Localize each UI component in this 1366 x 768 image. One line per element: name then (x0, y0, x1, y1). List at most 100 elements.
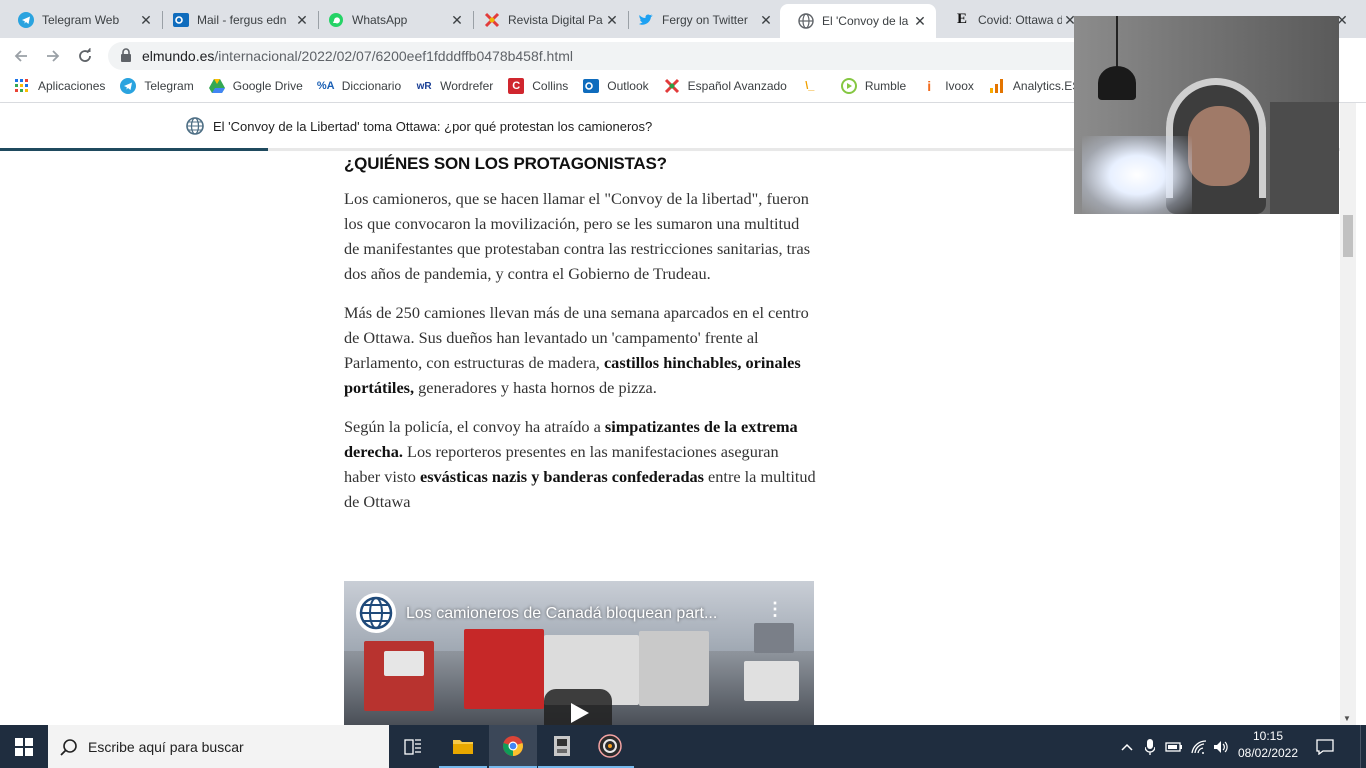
bookmark-label: Outlook (607, 79, 649, 93)
tab-whatsapp[interactable]: WhatsApp ✕ (310, 5, 473, 34)
microphone-icon (1145, 738, 1155, 755)
tab-telegram[interactable]: Telegram Web ✕ (0, 5, 162, 34)
chevron-up-icon (1121, 743, 1133, 751)
bookmark-diccionario[interactable]: %A Diccionario (317, 78, 401, 94)
globe-icon (359, 596, 393, 630)
reading-progress-fill (0, 148, 268, 151)
webcam-light-glare (1082, 136, 1192, 214)
close-icon[interactable]: ✕ (912, 13, 928, 29)
bookmark-google-drive[interactable]: Google Drive (208, 78, 303, 94)
clock-time: 10:15 (1252, 729, 1284, 743)
wordreference-icon: wR (416, 80, 432, 92)
channel-logo[interactable] (356, 593, 396, 633)
taskbar-media-app[interactable] (586, 725, 634, 768)
espanol-icon (664, 78, 680, 94)
close-icon[interactable]: ✕ (294, 12, 310, 28)
section-heading: ¿QUIÉNES SON LOS PROTAGONISTAS? (344, 154, 667, 173)
ivoox-icon: i (927, 78, 932, 94)
bookmark-slash[interactable]: \_ (802, 78, 826, 94)
bookmark-analytics[interactable]: Analytics.ES (989, 78, 1080, 94)
bookmark-outlook[interactable]: Outlook (583, 78, 649, 94)
sticky-article-title[interactable]: El 'Convoy de la Libertad' toma Ottawa: … (213, 119, 652, 134)
tab-label: Fergy on Twitter (662, 12, 748, 27)
back-button[interactable] (9, 44, 33, 68)
tray-wifi[interactable] (1188, 725, 1210, 768)
webcam-overlay (1074, 16, 1339, 214)
text-span: Según la policía, el convoy ha atraído a (344, 417, 605, 436)
show-hidden-icons[interactable] (1117, 725, 1137, 768)
globe-icon (798, 13, 814, 29)
close-icon[interactable]: ✕ (138, 12, 154, 28)
bookmark-label: Telegram (144, 79, 194, 93)
windows-taskbar: Escribe aquí para buscar 10:15 08/02/202… (0, 725, 1366, 768)
tab-covid-ottawa[interactable]: E Covid: Ottawa de ✕ (936, 5, 1086, 34)
bookmark-label: Google Drive (232, 79, 303, 93)
address-bar[interactable]: elmundo.es/internacional/2022/02/07/6200… (108, 42, 1088, 70)
collins-icon: C (508, 78, 525, 94)
forward-button[interactable] (41, 44, 65, 68)
page-scrollbar[interactable]: ▼ (1340, 103, 1356, 725)
scrollbar-thumb[interactable] (1343, 215, 1353, 257)
telegram-icon (18, 11, 34, 28)
bookmark-collins[interactable]: C Collins (508, 78, 568, 94)
taskbar-clock[interactable]: 10:15 08/02/2022 (1232, 728, 1304, 762)
bookmark-aplicaciones[interactable]: Aplicaciones (14, 78, 105, 94)
tray-microphone[interactable] (1140, 725, 1160, 768)
tray-battery[interactable] (1163, 725, 1185, 768)
outlook-icon (173, 12, 189, 28)
start-button[interactable] (0, 725, 48, 768)
tab-label: El 'Convoy de la (822, 14, 909, 28)
bookmark-label: Analytics.ES (1012, 79, 1081, 93)
url-path: /internacional/2022/02/07/6200eef1fdddff… (214, 48, 573, 64)
bookmark-rumble[interactable]: Rumble (840, 78, 907, 94)
tab-mail[interactable]: Mail - fergus edn ✕ (155, 5, 318, 34)
tab-revista[interactable]: Revista Digital Pa ✕ (466, 5, 628, 34)
truck-graphic (639, 631, 709, 706)
truck-graphic (754, 623, 794, 653)
play-icon (571, 703, 589, 723)
lamp-shade (1098, 66, 1136, 100)
more-vert-icon[interactable]: ⋮ (766, 599, 784, 620)
tray-volume[interactable] (1211, 725, 1233, 768)
whatsapp-icon (328, 12, 344, 28)
bookmark-telegram[interactable]: Telegram (120, 78, 194, 94)
elpais-icon: E (956, 11, 967, 27)
drive-disk-icon (554, 735, 570, 756)
battery-plug-icon (1165, 741, 1182, 752)
reload-button[interactable] (73, 44, 97, 68)
chrome-icon (503, 735, 523, 756)
taskbar-chrome[interactable] (489, 725, 537, 768)
tab-twitter[interactable]: Fergy on Twitter ✕ (620, 5, 782, 34)
notification-center-button[interactable] (1310, 725, 1340, 768)
taskbar-search-box[interactable]: Escribe aquí para buscar (48, 725, 389, 768)
arrow-left-icon (14, 50, 27, 62)
tab-label: Mail - fergus edn (197, 12, 287, 27)
close-icon[interactable]: ✕ (449, 12, 465, 28)
bookmark-ivoox[interactable]: i Ivoox (921, 78, 974, 94)
tab-convoy-active[interactable]: El 'Convoy de la ✕ (780, 4, 936, 38)
bookmark-label: Rumble (864, 79, 907, 93)
embedded-video[interactable]: Los camioneros de Canadá bloquean part..… (344, 581, 814, 725)
paragraph-2: Más de 250 camiones llevan más de una se… (344, 300, 816, 400)
search-icon (60, 738, 77, 756)
play-button[interactable] (544, 689, 612, 725)
bookmark-label: Collins (532, 79, 569, 93)
bookmark-label: Wordrefer (440, 79, 494, 93)
video-title[interactable]: Los camioneros de Canadá bloquean part..… (406, 605, 717, 623)
arrow-right-icon (47, 50, 60, 62)
bookmark-label: Ivoox (945, 79, 974, 93)
bookmark-label: Aplicaciones (38, 79, 106, 93)
show-desktop-button[interactable] (1360, 725, 1366, 768)
close-icon[interactable]: ✕ (758, 12, 774, 28)
close-icon[interactable]: ✕ (604, 12, 620, 28)
revista-icon (484, 12, 500, 28)
taskbar-app-disk[interactable] (538, 725, 586, 768)
taskbar-file-explorer[interactable] (439, 725, 487, 768)
task-view-button[interactable] (389, 725, 437, 768)
tab-label: Revista Digital Pa (508, 12, 603, 27)
rumble-icon (840, 78, 857, 94)
bookmark-espanol-avanzado[interactable]: Español Avanzado (664, 78, 787, 94)
scroll-down-arrow-icon[interactable]: ▼ (1343, 714, 1351, 723)
bookmark-wordreference[interactable]: wR Wordrefer (416, 78, 494, 94)
folder-icon (453, 739, 473, 754)
